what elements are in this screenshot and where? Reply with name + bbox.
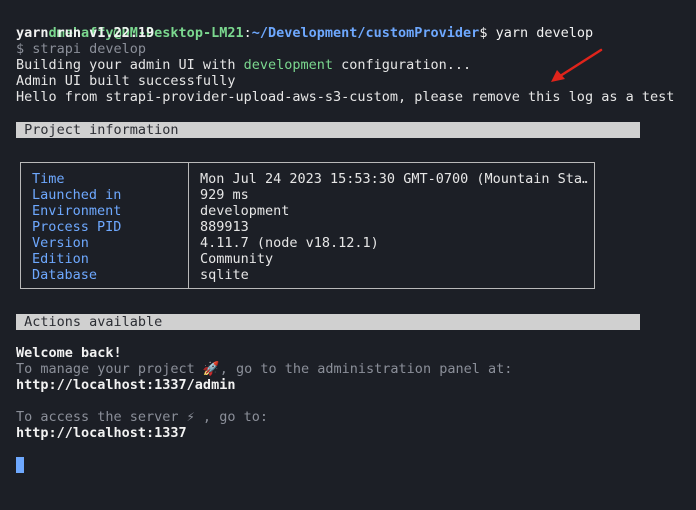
terminal-cursor[interactable] <box>16 457 24 473</box>
build-env: development <box>243 57 333 73</box>
build-suffix: configuration... <box>332 57 472 73</box>
manage-project-text: To manage your project 🚀, go to the admi… <box>16 361 513 377</box>
prompt-line: dmehaffy@DM-Desktop-LM21:~/Development/c… <box>16 9 688 41</box>
row-key: Process PID <box>32 219 122 235</box>
row-key: Edition <box>32 251 89 267</box>
row-key: Database <box>32 267 98 283</box>
table-row: Edition Community <box>32 251 588 267</box>
build-prefix: Building your admin UI with <box>16 57 244 73</box>
admin-url-link[interactable]: http://localhost:1337/admin <box>16 377 688 393</box>
row-value: 4.11.7 (node v18.12.1) <box>200 235 379 251</box>
welcome-text: Welcome back! <box>16 345 122 361</box>
actions-available-header: Actions available <box>16 314 640 330</box>
table-row: Process PID 889913 <box>32 219 588 235</box>
row-key: Environment <box>32 203 122 219</box>
table-row: Environment development <box>32 203 588 219</box>
access-server-text: To access the server ⚡ , go to: <box>16 409 268 425</box>
table-row: Version 4.11.7 (node v18.12.1) <box>32 235 588 251</box>
server-url-link[interactable]: http://localhost:1337 <box>16 425 688 441</box>
actions-section: Welcome back! To manage your project 🚀, … <box>16 345 688 441</box>
prompt-separator: : <box>243 25 252 41</box>
table-row: Time Mon Jul 24 2023 15:53:30 GMT-0700 (M… <box>32 171 588 187</box>
table-row: Launched in 929 ms <box>32 187 588 203</box>
hello-log-line: Hello from strapi-provider-upload-aws-s3… <box>16 89 675 105</box>
table-row: Database sqlite <box>32 267 588 283</box>
prompt-path: ~/Development/customProvider <box>251 25 480 41</box>
row-value: development <box>200 203 290 219</box>
project-information-header: Project information <box>16 122 640 138</box>
row-key: Version <box>32 235 89 251</box>
row-value: Community <box>200 251 274 267</box>
row-key: Launched in <box>32 187 122 203</box>
row-value: Mon Jul 24 2023 15:53:30 GMT-0700 (Mount… <box>200 171 588 187</box>
prompt-command: yarn develop <box>487 25 594 41</box>
project-info-rows: Time Mon Jul 24 2023 15:53:30 GMT-0700 (M… <box>32 171 588 283</box>
project-info-table: Time Mon Jul 24 2023 15:53:30 GMT-0700 (M… <box>20 162 595 289</box>
red-arrow-annotation <box>551 48 603 82</box>
row-value: 929 ms <box>200 187 249 203</box>
row-key: Time <box>32 171 65 187</box>
row-value: 889913 <box>200 219 249 235</box>
row-value: sqlite <box>200 267 249 283</box>
